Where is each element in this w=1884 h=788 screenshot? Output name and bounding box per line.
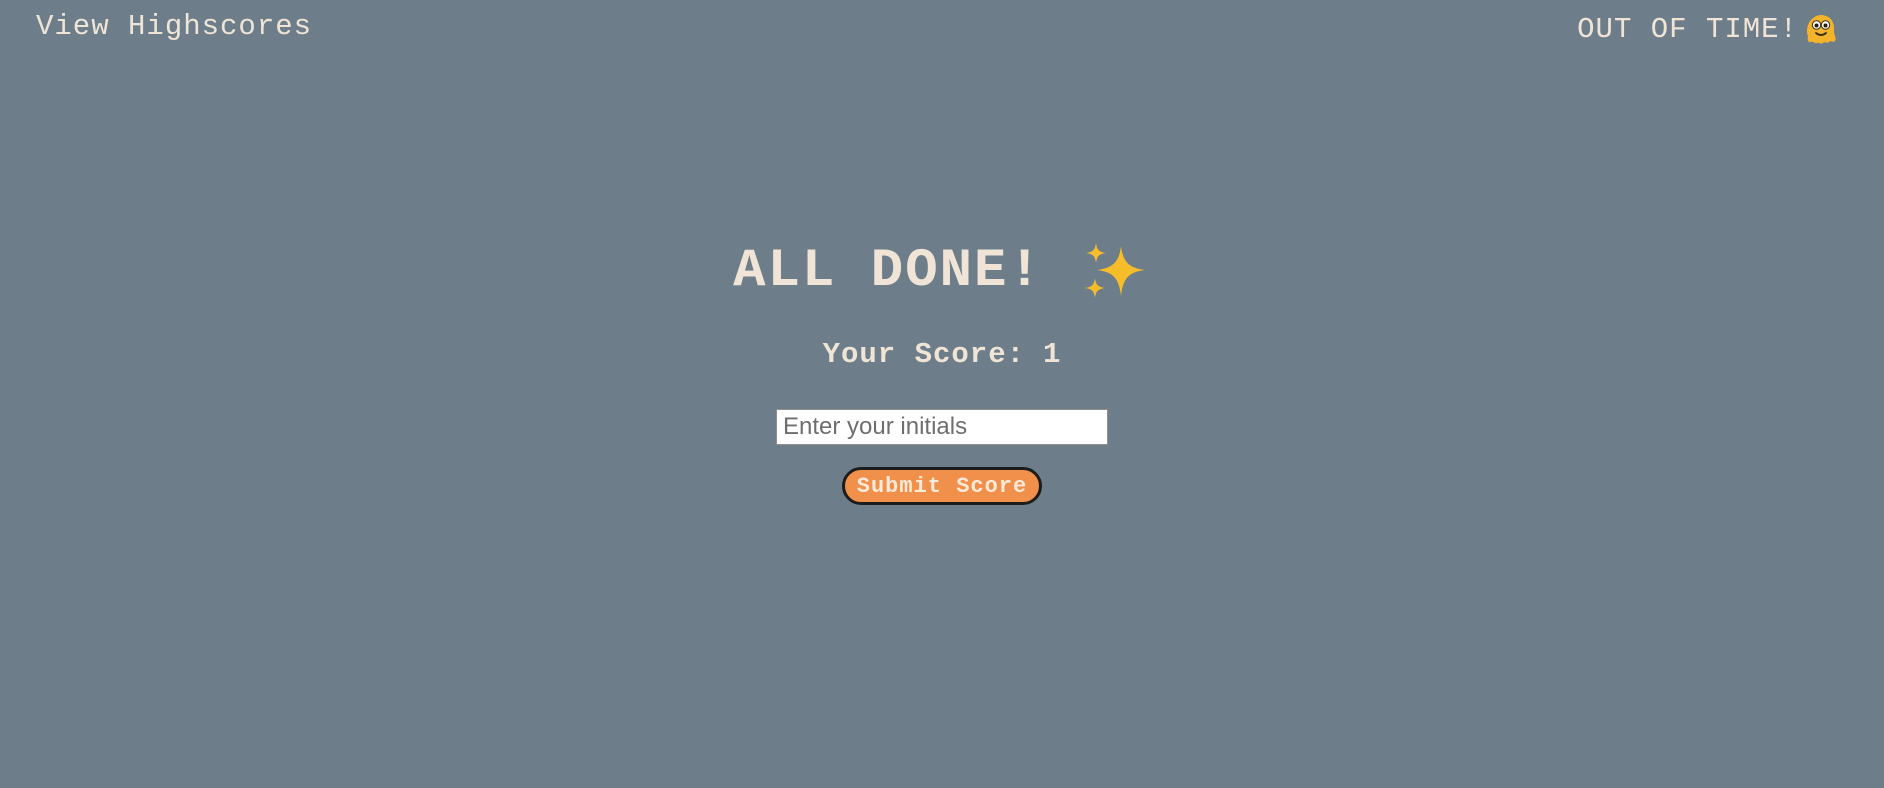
results-panel: ALL DONE! Your Score: 1 Submit Score [0, 240, 1884, 505]
initials-input[interactable] [776, 409, 1108, 445]
score-display: Your Score: 1 [823, 338, 1062, 371]
sparkles-icon [1081, 240, 1151, 302]
view-highscores-link[interactable]: View Highscores [36, 10, 312, 43]
submit-score-button[interactable]: Submit Score [841, 467, 1043, 505]
timer-status: OUT OF TIME! [1577, 12, 1838, 46]
quiz-page: View Highscores OUT OF TIME! ALL DONE! Y… [0, 0, 1884, 788]
timer-text: OUT OF TIME! [1577, 12, 1798, 46]
score-label: Your Score: [822, 338, 1026, 371]
title-row: ALL DONE! [733, 240, 1151, 302]
page-title: ALL DONE! [733, 240, 1043, 302]
score-value: 1 [1043, 338, 1062, 371]
worried-face-icon [1804, 12, 1838, 46]
